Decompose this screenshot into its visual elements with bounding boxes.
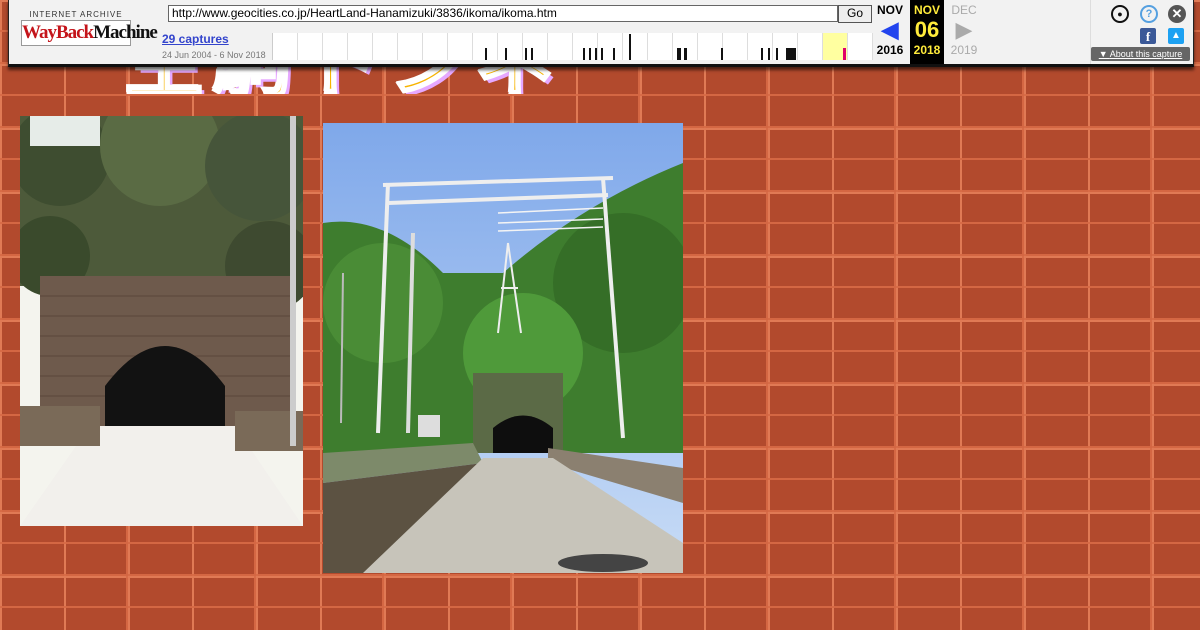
current-day: 06 [914, 17, 940, 42]
sparkline-tick [721, 48, 723, 60]
sparkline-tick [531, 48, 533, 60]
sparkline-tick [601, 48, 603, 60]
about-capture-label: About this capture [1109, 49, 1183, 59]
sparkline-tick [786, 48, 796, 60]
capture-date-range: 24 Jun 2004 - 6 Nov 2018 [162, 50, 266, 60]
logo-wayback-text: WayBack [22, 22, 94, 43]
sparkline-tick [613, 48, 615, 60]
tunnel-photo-old [20, 116, 303, 526]
twitter-icon[interactable]: ▲ [1168, 28, 1184, 44]
tunnel-photo-modern [323, 123, 683, 573]
next-year: 2019 [950, 43, 978, 57]
facebook-icon[interactable]: f [1140, 28, 1156, 44]
sparkline-tick [629, 34, 631, 60]
sparkline-tick [595, 48, 597, 60]
wayback-logo[interactable]: INTERNET ARCHIVE WayBackMachine [21, 10, 158, 48]
sparkline-tick [776, 48, 778, 60]
current-capture: NOV 06 2018 [910, 0, 944, 64]
sparkline-tick [485, 48, 487, 60]
sparkline-tick [589, 48, 591, 60]
captures-link[interactable]: 29 captures [162, 32, 229, 46]
go-button[interactable]: Go [838, 5, 872, 23]
logo-machine-text: Machine [93, 22, 158, 43]
logo-internet-archive: INTERNET ARCHIVE [29, 10, 123, 19]
capture-sparkline[interactable] [272, 33, 873, 60]
close-icon[interactable]: ✕ [1168, 5, 1186, 23]
sparkline-tick-current [843, 48, 846, 60]
next-capture[interactable]: DEC ▶ 2019 [946, 0, 982, 64]
sparkline-tick [761, 48, 763, 60]
next-arrow-icon[interactable]: ▶ [946, 17, 982, 43]
about-capture-button[interactable]: ▼ About this capture [1091, 47, 1190, 61]
toolbar-actions: ● ? ✕ f ▲ ▼ About this capture [1090, 0, 1194, 64]
prev-capture[interactable]: NOV ◀ 2016 [872, 0, 908, 64]
prev-month: NOV [876, 3, 903, 17]
current-month: NOV [913, 3, 940, 17]
prev-year: 2016 [876, 43, 904, 57]
prev-arrow-icon[interactable]: ◀ [872, 17, 908, 43]
sparkline-tick [505, 48, 507, 60]
url-input[interactable]: http://www.geocities.co.jp/HeartLand-Han… [168, 5, 838, 22]
sparkline-tick [677, 48, 681, 60]
help-icon[interactable]: ? [1140, 5, 1158, 23]
sparkline-tick [768, 48, 770, 60]
current-year: 2018 [913, 43, 941, 57]
sparkline-tick [583, 48, 585, 60]
logo-wayback-machine: WayBackMachine [21, 20, 158, 46]
chevron-down-icon: ▼ [1098, 49, 1110, 59]
sparkline-tick [684, 48, 687, 60]
wayback-toolbar: INTERNET ARCHIVE WayBackMachine http://w… [8, 0, 1194, 67]
sparkline-tick [525, 48, 527, 60]
user-icon[interactable]: ● [1111, 5, 1129, 23]
next-month: DEC [951, 3, 977, 17]
